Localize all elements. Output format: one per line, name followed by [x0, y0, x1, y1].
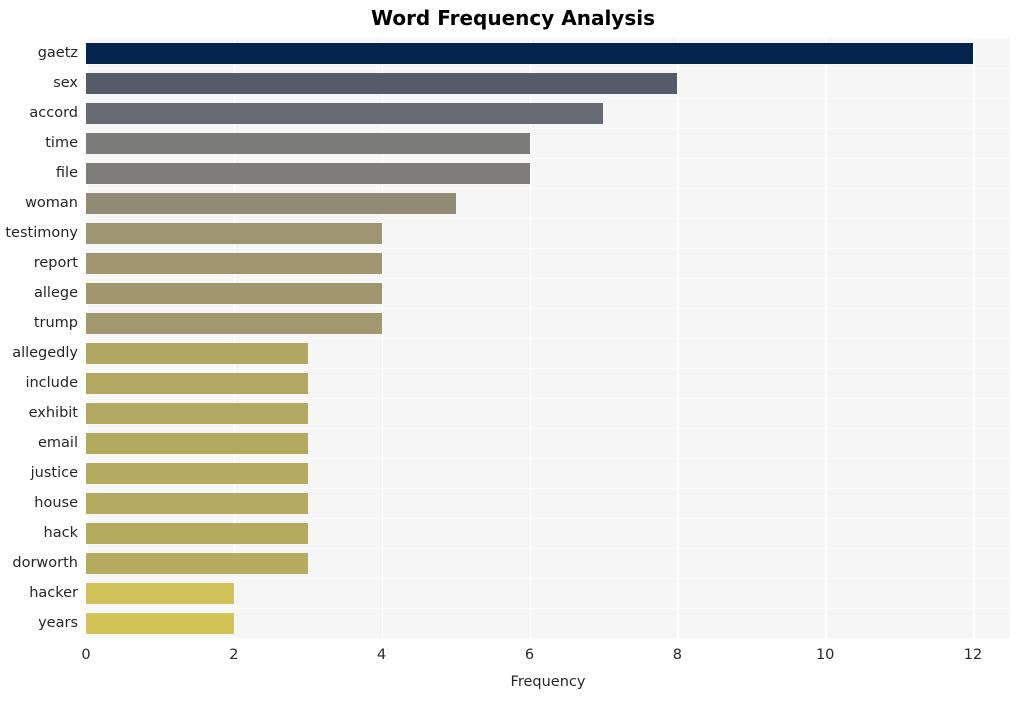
x-tick-label-4: 4 — [377, 647, 387, 663]
y-tick-label-dorworth: dorworth — [12, 555, 78, 571]
page-title: Word Frequency Analysis — [370, 6, 656, 30]
x-axis-title: Frequency — [510, 674, 586, 690]
bar-years — [86, 612, 234, 634]
y-tick-label-gaetz: gaetz — [37, 45, 78, 61]
bar-accord — [86, 102, 604, 124]
word-frequency-chart-figure: Word Frequency Analysis gaetz sex accord ti… — [0, 0, 1026, 701]
x-tick-label-10: 10 — [815, 647, 835, 663]
bar-hacker — [86, 582, 234, 604]
bar-series — [86, 38, 1010, 638]
x-tick-label-6: 6 — [524, 647, 535, 663]
y-tick-label-trump: trump — [33, 315, 78, 331]
bar-trump — [86, 312, 382, 334]
bar-sex — [86, 72, 678, 94]
bar-time — [86, 132, 530, 154]
bar-email — [86, 432, 308, 454]
y-axis-tick-labels: gaetz sex accord time file woman testimony repo… — [0, 38, 78, 638]
y-tick-label-allege: allege — [34, 285, 78, 301]
bar-allege — [86, 282, 382, 304]
y-tick-label-include: include — [25, 375, 78, 391]
x-tick-label-8: 8 — [672, 647, 682, 663]
y-tick-label-email: email — [38, 435, 78, 451]
y-tick-label-justice: justice — [30, 465, 78, 481]
y-tick-label-hack: hack — [43, 525, 78, 541]
bar-hack — [86, 522, 308, 544]
y-tick-label-hacker: hacker — [29, 585, 78, 601]
bar-justice — [86, 462, 308, 484]
x-axis-tick-labels: 0 2 4 6 8 10 12 — [0, 645, 1026, 669]
y-tick-label-house: house — [34, 495, 78, 511]
bar-gaetz — [86, 42, 974, 64]
bar-testimony — [86, 222, 382, 244]
y-tick-label-report: report — [33, 255, 78, 271]
x-tick-label-2: 2 — [229, 647, 239, 663]
y-tick-label-allegedly: allegedly — [12, 345, 78, 361]
plot-area — [86, 38, 1010, 638]
bar-report — [86, 252, 382, 274]
bar-include — [86, 372, 308, 394]
bar-house — [86, 492, 308, 514]
y-tick-label-file: file — [55, 165, 78, 181]
x-tick-label-0: 0 — [81, 647, 91, 663]
y-tick-label-sex: sex — [53, 75, 78, 91]
y-tick-label-time: time — [45, 135, 78, 151]
bar-woman — [86, 192, 456, 214]
bar-allegedly — [86, 342, 308, 364]
y-tick-label-woman: woman — [25, 195, 78, 211]
y-tick-label-years: years — [38, 615, 78, 631]
bar-dorworth — [86, 552, 308, 574]
x-tick-label-12: 12 — [963, 647, 983, 663]
y-tick-label-accord: accord — [29, 105, 78, 121]
bar-file — [86, 162, 530, 184]
y-tick-label-testimony: testimony — [5, 225, 78, 241]
bar-exhibit — [86, 402, 308, 424]
y-tick-label-exhibit: exhibit — [28, 405, 78, 421]
